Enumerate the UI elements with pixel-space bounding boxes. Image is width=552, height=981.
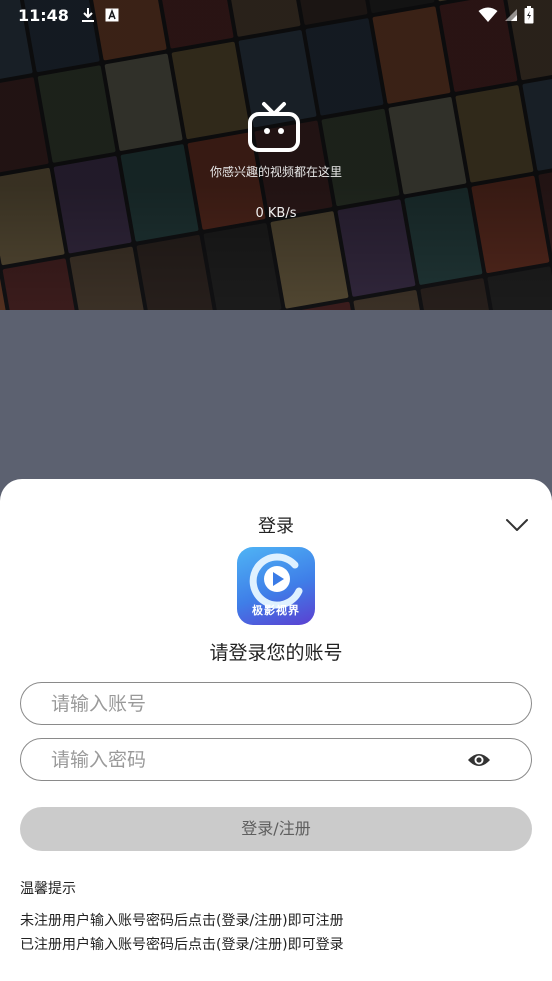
status-left-icons bbox=[81, 7, 119, 23]
hero-tagline: 你感兴趣的视频都在这里 bbox=[209, 165, 342, 179]
wifi-icon bbox=[478, 7, 498, 22]
battery-icon bbox=[524, 6, 534, 24]
app-icon: 极影视界 bbox=[237, 547, 315, 625]
text-a-icon bbox=[105, 8, 119, 22]
signal-icon bbox=[505, 9, 517, 21]
download-icon bbox=[81, 8, 94, 22]
download-speed: 0 KB/s bbox=[255, 206, 297, 221]
collapse-button[interactable] bbox=[502, 513, 532, 537]
password-field[interactable] bbox=[20, 738, 532, 781]
chevron-down-icon bbox=[506, 519, 528, 531]
login-sheet: 登录 极影视界 请登录您的账号 登录/注册 温馨提示 未注册用户输入账号密码后点… bbox=[0, 479, 552, 981]
toggle-password-visibility[interactable] bbox=[467, 750, 491, 770]
status-time: 11:48 bbox=[18, 5, 69, 25]
login-register-button[interactable]: 登录/注册 bbox=[20, 807, 532, 851]
tips-line: 已注册用户输入账号密码后点击(登录/注册)即可登录 bbox=[20, 937, 344, 953]
tips-title: 温馨提示 bbox=[20, 881, 76, 897]
app-icon-name: 极影视界 bbox=[252, 604, 300, 617]
status-bar: 11:48 bbox=[0, 0, 552, 30]
sheet-title: 登录 bbox=[258, 516, 294, 537]
account-field[interactable] bbox=[20, 682, 532, 725]
account-input[interactable] bbox=[51, 683, 471, 724]
login-subtitle: 请登录您的账号 bbox=[209, 642, 343, 664]
tv-icon bbox=[248, 102, 300, 152]
status-right-icons bbox=[478, 6, 534, 24]
eye-icon bbox=[468, 754, 490, 766]
tips-line: 未注册用户输入账号密码后点击(登录/注册)即可注册 bbox=[20, 913, 344, 929]
password-input[interactable] bbox=[51, 739, 471, 780]
